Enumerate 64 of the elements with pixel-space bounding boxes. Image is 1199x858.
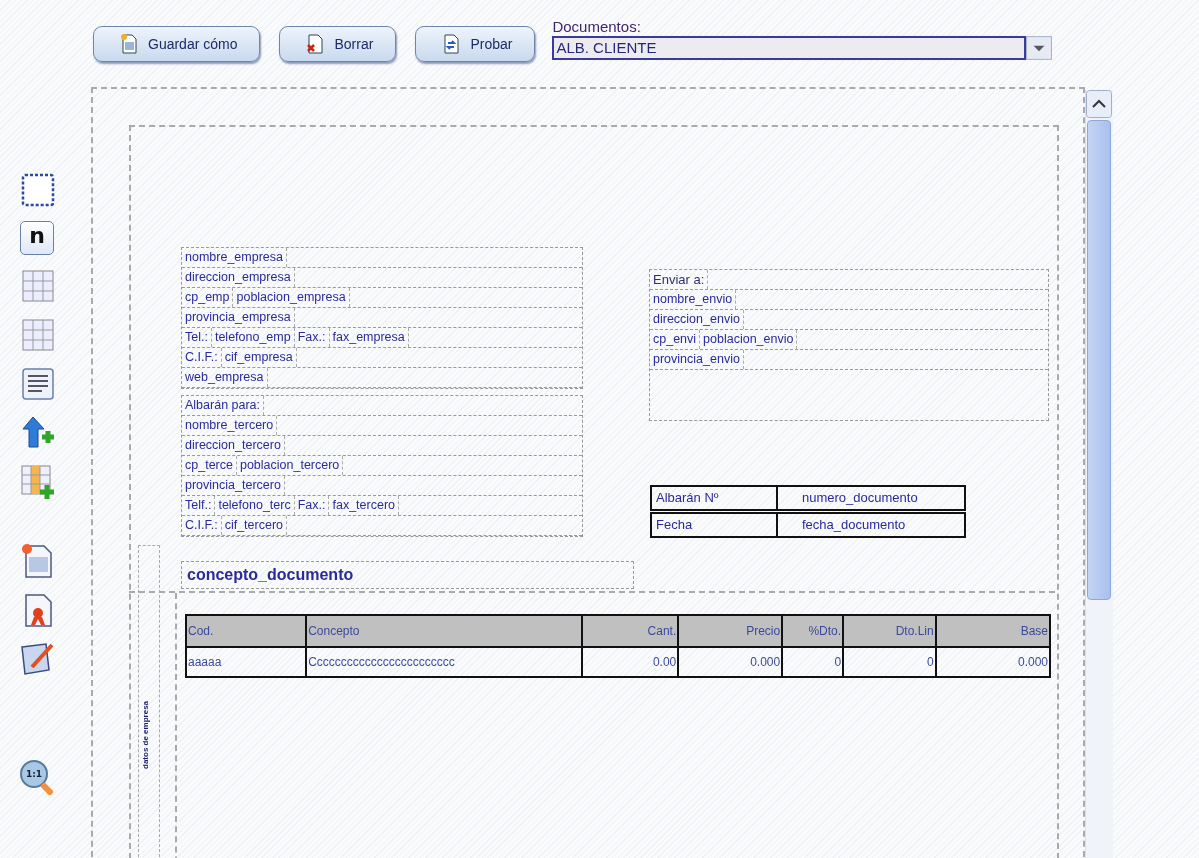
report-field[interactable]: cif_tercero: [221, 516, 287, 535]
report-field[interactable]: Fax.:: [294, 496, 330, 515]
report-field[interactable]: provincia_empresa: [182, 308, 295, 327]
page-icon: [120, 34, 138, 54]
report-field[interactable]: concepto_documento: [181, 561, 634, 589]
toolbar-button[interactable]: Guardar cómo: [93, 26, 261, 62]
report-field[interactable]: Tel.:: [182, 328, 212, 347]
column-header: %Dto.: [782, 615, 844, 647]
column-header: Base: [935, 615, 1050, 647]
report-field[interactable]: nombre_empresa: [182, 248, 287, 267]
grid-icon[interactable]: [20, 268, 56, 304]
report-field[interactable]: web_empresa: [182, 368, 268, 387]
report-field[interactable]: provincia_envio: [650, 350, 744, 369]
report-field[interactable]: telefono_terc: [215, 496, 295, 515]
table-cell: 0: [782, 647, 844, 677]
report-field[interactable]: nombre_envio: [650, 290, 737, 309]
report-field[interactable]: Fax.:: [294, 328, 330, 347]
report-field[interactable]: cif_empresa: [221, 348, 297, 367]
report-field[interactable]: Enviar a:: [650, 270, 709, 289]
band-label: datos de empresa: [141, 699, 151, 769]
text-field-tool[interactable]: n: [20, 221, 54, 255]
column-header: Dto.Lin: [843, 615, 936, 647]
up-arrow-plus-icon[interactable]: [20, 415, 56, 451]
column-header: Cod.: [186, 615, 307, 647]
report-field[interactable]: nombre_tercero: [182, 416, 278, 435]
table-cell: aaaaa: [186, 647, 307, 677]
toolbar-button[interactable]: Probar: [415, 26, 536, 62]
report-field[interactable]: C.I.F.:: [182, 348, 222, 367]
page-refresh-icon: [442, 34, 461, 54]
report-field[interactable]: direccion_tercero: [182, 436, 285, 455]
report-field[interactable]: direccion_envio: [650, 310, 744, 329]
page-pencil-icon[interactable]: [20, 641, 56, 677]
report-field[interactable]: telefono_emp: [211, 328, 295, 347]
grid-icon[interactable]: [20, 317, 56, 353]
document-icon[interactable]: [20, 366, 56, 402]
column-header: Concepto: [306, 615, 583, 647]
scrollbar[interactable]: [1085, 90, 1113, 858]
documents-label: Documentos:: [552, 18, 642, 36]
report-field[interactable]: C.I.F.:: [182, 516, 222, 535]
report-field[interactable]: fax_empresa: [329, 328, 409, 347]
table-cell: 0.000: [678, 647, 783, 677]
column-header: Cant.: [582, 615, 679, 647]
scroll-up-icon[interactable]: [1086, 90, 1112, 118]
toolbar-button[interactable]: Borrar: [279, 26, 397, 62]
report-field[interactable]: provincia_tercero: [182, 476, 285, 495]
report-field[interactable]: poblacion_empresa: [233, 288, 350, 307]
report-field[interactable]: Albarán para:: [182, 396, 265, 415]
report-field[interactable]: poblacion_tercero: [236, 456, 344, 475]
table-cell: Cccccccccccccccccccccccc: [306, 647, 583, 677]
report-field[interactable]: fax_tercero: [329, 496, 399, 515]
table-cell: 0.00: [582, 647, 679, 677]
report-field[interactable]: cp_emp: [182, 288, 234, 307]
table-plus-icon[interactable]: [20, 464, 56, 500]
report-field[interactable]: Telf.:: [182, 496, 216, 515]
table-cell: 0: [843, 647, 936, 677]
frame-icon[interactable]: [20, 172, 56, 208]
report-field[interactable]: poblacion_envio: [700, 330, 798, 349]
report-field[interactable]: cp_terce: [182, 456, 237, 475]
scroll-thumb[interactable]: [1087, 120, 1111, 600]
page-delete-icon: [306, 34, 325, 54]
table-cell: 0.000: [935, 647, 1050, 677]
report-field[interactable]: direccion_empresa: [182, 268, 295, 287]
column-header: Precio: [678, 615, 783, 647]
report-field[interactable]: cp_envi: [650, 330, 701, 349]
